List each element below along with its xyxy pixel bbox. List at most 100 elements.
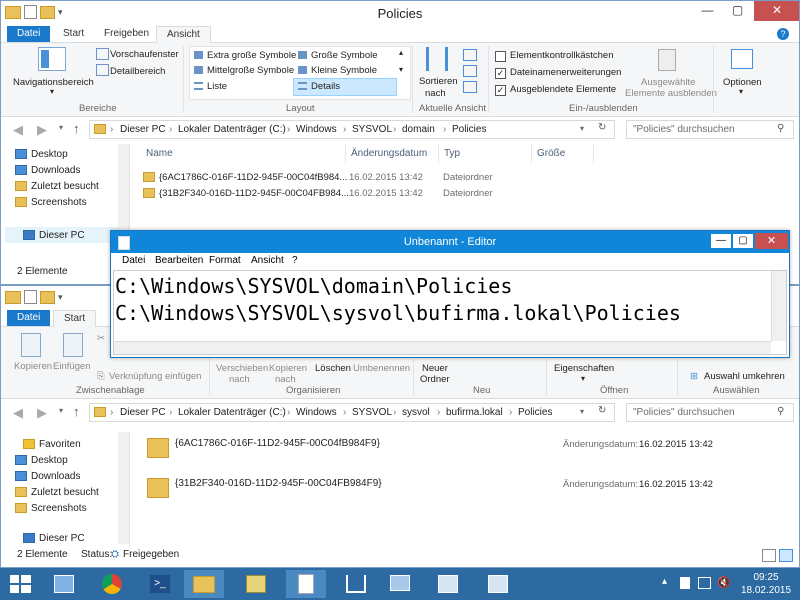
layout-large-icons[interactable]: Große Symbole: [311, 50, 378, 61]
details-pane-button[interactable]: Detailbereich: [110, 66, 165, 77]
navigation-pane-icon[interactable]: [38, 47, 66, 71]
address-dropdown-icon[interactable]: ▾: [580, 407, 584, 416]
horizontal-scrollbar[interactable]: [114, 341, 771, 354]
details-view-icon[interactable]: [762, 549, 776, 562]
tab-view[interactable]: Ansicht: [156, 26, 211, 44]
address-bar[interactable]: Dieser PC Lokaler Datenträger (C:) Windo…: [89, 403, 615, 422]
maximize-button[interactable]: ▢: [733, 234, 753, 248]
clock-time[interactable]: 09:25: [740, 572, 792, 583]
breadcrumb-sysvol[interactable]: SYSVOL: [352, 407, 392, 418]
refresh-icon[interactable]: ↻: [598, 122, 606, 133]
nav-item-favorites[interactable]: Favoriten: [23, 439, 81, 450]
gallery-scroll-down-icon[interactable]: ▾: [399, 65, 403, 74]
add-columns-icon[interactable]: [463, 65, 477, 77]
show-hidden-icons[interactable]: ▴: [662, 576, 667, 587]
menu-edit[interactable]: Bearbeiten: [155, 255, 203, 266]
up-button[interactable]: ↑: [73, 121, 80, 136]
recent-locations-icon[interactable]: ▾: [59, 123, 63, 132]
table-row[interactable]: {6AC1786C-016F-11D2-945F-00C04fB984... 1…: [141, 170, 601, 186]
breadcrumb-windows[interactable]: Windows: [296, 124, 337, 135]
chrome-taskbar-button[interactable]: [92, 570, 132, 598]
text-area[interactable]: C:\Windows\SYSVOL\domain\Policies C:\Wind…: [115, 273, 771, 341]
properties-button[interactable]: Eigenschaften: [554, 363, 614, 374]
invert-selection-button[interactable]: Auswahl umkehren: [704, 371, 785, 382]
group-by-icon[interactable]: [463, 49, 477, 61]
start-button[interactable]: [10, 575, 32, 593]
tab-start[interactable]: Start: [53, 26, 94, 42]
layout-details-selected[interactable]: [293, 78, 397, 96]
breadcrumb-policies[interactable]: Policies: [518, 407, 552, 418]
forward-button[interactable]: ▶: [37, 122, 47, 138]
layout-small-icons[interactable]: Kleine Symbole: [311, 65, 377, 76]
breadcrumb-domain[interactable]: domain: [402, 124, 435, 135]
breadcrumb-windows[interactable]: Windows: [296, 407, 337, 418]
layout-details[interactable]: Details: [311, 81, 340, 92]
nav-item-recent[interactable]: Zuletzt besucht: [15, 487, 99, 498]
breadcrumb-sysvol-sub[interactable]: sysvol: [402, 407, 430, 418]
rename-button[interactable]: Umbenennen: [353, 363, 410, 374]
clock-date[interactable]: 18.02.2015: [740, 585, 792, 596]
forward-button[interactable]: ▶: [37, 405, 47, 421]
chevron-down-icon[interactable]: ▾: [58, 292, 63, 303]
column-header-date[interactable]: Änderungsdatum: [346, 145, 439, 163]
maximize-button[interactable]: ▢: [723, 1, 752, 21]
nav-scrollbar[interactable]: [118, 432, 129, 544]
breadcrumb-this-pc[interactable]: Dieser PC: [120, 407, 166, 418]
menu-format[interactable]: Format: [209, 255, 241, 266]
minimize-button[interactable]: —: [693, 1, 722, 21]
tab-file[interactable]: Datei: [7, 310, 51, 326]
recent-locations-icon[interactable]: ▾: [59, 406, 63, 415]
nav-scrollbar[interactable]: [118, 144, 129, 231]
breadcrumb-domain[interactable]: bufirma.lokal: [446, 407, 503, 418]
properties-icon[interactable]: [24, 290, 37, 304]
breadcrumb-this-pc[interactable]: Dieser PC: [120, 124, 166, 135]
layout-extra-large-icons[interactable]: Extra große Symbole: [207, 50, 296, 61]
table-row[interactable]: {31B2F340-016D-11D2-945F-00C04FB984... 1…: [141, 186, 601, 202]
sort-by-button[interactable]: Sortieren: [419, 76, 458, 87]
remote-desktop-taskbar-button[interactable]: [380, 570, 420, 598]
item-checkboxes-checkbox[interactable]: [495, 51, 506, 62]
minimize-button[interactable]: —: [711, 234, 731, 248]
copy-icon[interactable]: [21, 333, 41, 357]
column-header-name[interactable]: Name: [141, 145, 346, 163]
explorer-taskbar-button[interactable]: [184, 570, 224, 598]
new-folder-button[interactable]: Neuer: [422, 363, 448, 374]
address-dropdown-icon[interactable]: ▾: [580, 124, 584, 133]
nav-item-screenshots[interactable]: Screenshots: [15, 197, 87, 208]
file-extensions-checkbox[interactable]: ✓: [495, 68, 506, 79]
new-folder-icon[interactable]: [40, 290, 55, 304]
nav-item-recent[interactable]: Zuletzt besucht: [15, 181, 99, 192]
tile-item[interactable]: {31B2F340-016D-11D2-945F-00C04FB984F9} Ä…: [145, 476, 745, 502]
menu-file[interactable]: Datei: [122, 255, 145, 266]
network-taskbar-button[interactable]: [336, 570, 376, 598]
archive-taskbar-button[interactable]: [236, 570, 276, 598]
back-button[interactable]: ◀: [13, 122, 23, 138]
search-input[interactable]: "Policies" durchsuchen ⚲: [626, 120, 794, 139]
nav-item-desktop[interactable]: Desktop: [15, 149, 68, 160]
gallery-scroll-up-icon[interactable]: ▴: [399, 48, 403, 57]
breadcrumb-local-disk[interactable]: Lokaler Datenträger (C:): [178, 124, 286, 135]
breadcrumb-policies[interactable]: Policies: [452, 124, 486, 135]
title-bar[interactable]: Unbenannt - Editor — ▢ ✕: [111, 231, 789, 253]
nav-item-desktop[interactable]: Desktop: [15, 455, 68, 466]
help-icon[interactable]: ?: [777, 28, 789, 40]
volume-muted-icon[interactable]: 🔇: [717, 576, 731, 589]
tab-start[interactable]: Start: [53, 310, 97, 328]
nav-item-downloads[interactable]: Downloads: [15, 165, 80, 176]
tile-item[interactable]: {6AC1786C-016F-11D2-945F-00C04fB984F9} Ä…: [145, 436, 745, 462]
nav-item-this-pc[interactable]: Dieser PC: [23, 533, 85, 544]
options-icon[interactable]: [731, 49, 753, 69]
layout-medium-icons[interactable]: Mittelgroße Symbole: [207, 65, 294, 76]
back-button[interactable]: ◀: [13, 405, 23, 421]
powershell-taskbar-button[interactable]: >_: [140, 570, 180, 598]
vertical-scrollbar[interactable]: [771, 271, 786, 341]
nav-item-screenshots[interactable]: Screenshots: [15, 503, 87, 514]
tab-share[interactable]: Freigeben: [94, 26, 159, 42]
column-header-size[interactable]: Größe: [532, 145, 594, 163]
search-input[interactable]: "Policies" durchsuchen ⚲: [626, 403, 794, 422]
server-manager-taskbar-button[interactable]: [44, 570, 84, 598]
cut-icon[interactable]: ✂: [97, 333, 105, 344]
nav-item-this-pc[interactable]: Dieser PC: [23, 230, 85, 241]
preview-pane-button[interactable]: Vorschaufenster: [110, 49, 179, 60]
column-header-type[interactable]: Typ: [439, 145, 532, 163]
